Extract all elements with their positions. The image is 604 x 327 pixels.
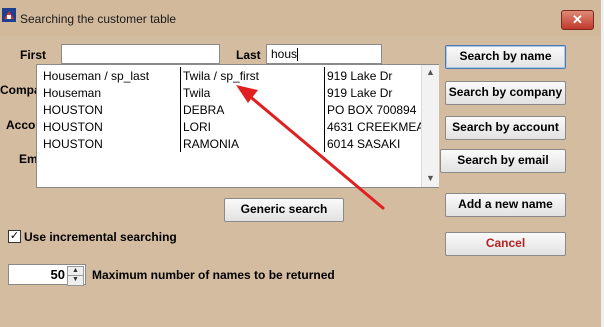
annotation-arrow [236,85,385,210]
